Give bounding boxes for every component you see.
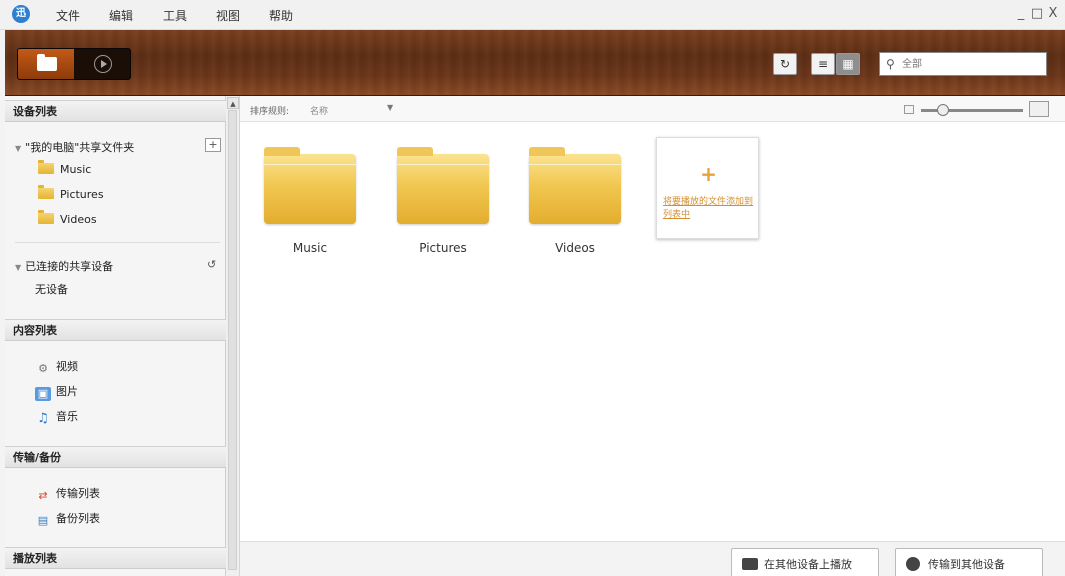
transfer-icon: ⇄: [38, 489, 48, 502]
zoom-out-icon[interactable]: [904, 105, 914, 114]
plus-icon: +: [700, 162, 717, 186]
sidebar-item-backup-list[interactable]: ▤ 备份列表: [35, 510, 100, 528]
toolbar: ↻ ≡ ▦ ⚲: [5, 30, 1065, 96]
scroll-thumb[interactable]: [228, 110, 237, 570]
sort-bar: 排序规则: 名称 ▼: [240, 96, 1065, 122]
sidebar-item-transfer-list[interactable]: ⇄ 传输列表: [35, 485, 100, 503]
mode-switcher: [17, 48, 131, 80]
folder-icon: [38, 160, 54, 174]
button-label: 在其他设备上播放: [764, 558, 852, 571]
sidebar: 设备列表 ▼ "我的电脑"共享文件夹 + Music Pictures Video…: [5, 96, 226, 576]
device-list-header[interactable]: 设备列表: [5, 100, 226, 122]
folder-label: Music: [292, 241, 328, 255]
menu-file[interactable]: 文件: [56, 7, 80, 24]
search-icon: ⚲: [886, 57, 895, 71]
menu-view[interactable]: 视图: [216, 7, 240, 24]
refresh-devices-icon[interactable]: ↺: [207, 258, 216, 271]
backup-icon: ▤: [37, 514, 49, 527]
connected-devices-label: 已连接的共享设备: [25, 260, 114, 273]
transfer-backup-header[interactable]: 传输/备份: [5, 446, 226, 468]
my-computer-shared-label: "我的电脑"共享文件夹: [25, 141, 135, 154]
sidebar-item-video[interactable]: ⚙ 视频: [35, 358, 78, 376]
sidebar-item-music-content[interactable]: ♫ 音乐: [35, 408, 78, 426]
menu-edit[interactable]: 编辑: [109, 7, 133, 24]
app-logo-icon: 迅: [12, 5, 30, 23]
bottom-action-bar: 在其他设备上播放 传输到其他设备: [240, 541, 1065, 576]
menu-tools[interactable]: 工具: [163, 7, 187, 24]
folder-icon: [529, 147, 621, 224]
sidebar-item-music[interactable]: Music: [38, 160, 92, 176]
search-input[interactable]: [902, 56, 1042, 72]
zoom-in-icon[interactable]: [1029, 101, 1049, 117]
sidebar-item-label: 视频: [56, 360, 78, 373]
folder-icon: [38, 185, 54, 199]
divider: [15, 242, 220, 243]
main-content: 排序规则: 名称 ▼ Music Pictures Videos + 将要播放的…: [240, 96, 1065, 576]
transfer-to-other-device-button[interactable]: 传输到其他设备: [895, 548, 1043, 576]
folder-item-music[interactable]: Music: [262, 146, 362, 276]
scroll-up-icon[interactable]: ▲: [227, 97, 239, 109]
folder-item-videos[interactable]: Videos: [527, 146, 627, 276]
player-mode-button[interactable]: [75, 49, 130, 79]
music-icon: ♫: [37, 411, 49, 426]
expand-arrow-icon[interactable]: ▼: [15, 144, 21, 153]
connected-devices-node[interactable]: ▼ 已连接的共享设备: [15, 258, 113, 274]
menu-help[interactable]: 帮助: [269, 7, 293, 24]
folder-icon: [38, 210, 54, 224]
search-box: ⚲: [879, 52, 1047, 76]
playlist-header[interactable]: 播放列表: [5, 547, 226, 569]
sidebar-item-label: Videos: [60, 213, 97, 226]
sidebar-item-label: 音乐: [56, 410, 78, 423]
refresh-button[interactable]: ↻: [773, 53, 797, 75]
play-icon: [94, 55, 112, 73]
folder-icon: [397, 147, 489, 224]
sort-dropdown[interactable]: 名称: [310, 104, 328, 117]
minimize-button[interactable]: _: [1014, 6, 1028, 21]
play-on-other-device-button[interactable]: 在其他设备上播放: [731, 548, 879, 576]
files-mode-button[interactable]: [18, 49, 74, 79]
button-label: 传输到其他设备: [928, 558, 1005, 571]
no-device-text: 无设备: [35, 283, 68, 296]
my-computer-shared-node[interactable]: ▼ "我的电脑"共享文件夹: [15, 139, 134, 155]
sidebar-item-label: 图片: [56, 385, 78, 398]
device-icon: [742, 558, 758, 570]
zoom-slider-handle[interactable]: [937, 104, 949, 116]
list-view-button[interactable]: ≡: [811, 53, 835, 75]
content-list-header[interactable]: 内容列表: [5, 319, 226, 341]
expand-arrow-icon[interactable]: ▼: [15, 263, 21, 272]
video-icon: ⚙: [38, 362, 48, 375]
sidebar-item-videos[interactable]: Videos: [38, 210, 97, 226]
chevron-down-icon[interactable]: ▼: [387, 103, 393, 112]
sort-label: 排序规则:: [250, 107, 290, 117]
maximize-button[interactable]: □: [1030, 6, 1044, 21]
transfer-device-icon: [906, 557, 920, 571]
grid-view-button[interactable]: ▦: [836, 53, 860, 75]
sidebar-item-label: Pictures: [60, 188, 104, 201]
sidebar-item-label: Music: [60, 163, 92, 176]
sidebar-item-label: 备份列表: [56, 512, 100, 525]
folder-item-pictures[interactable]: Pictures: [395, 146, 495, 276]
folder-icon: [264, 147, 356, 224]
sidebar-item-pictures[interactable]: Pictures: [38, 185, 104, 201]
picture-icon: ▣: [35, 387, 51, 401]
close-button[interactable]: X: [1046, 6, 1060, 21]
sidebar-scrollbar[interactable]: ▲: [226, 96, 240, 576]
sidebar-item-picture[interactable]: ▣ 图片: [35, 383, 78, 401]
add-to-playlist-link[interactable]: 将要播放的文件添加到列表中: [663, 196, 755, 222]
folder-label: Pictures: [419, 241, 467, 255]
menu-bar: 迅 文件 编辑 工具 视图 帮助 _ □ X: [0, 0, 1065, 30]
sidebar-item-label: 传输列表: [56, 487, 100, 500]
add-shared-folder-button[interactable]: +: [205, 138, 221, 152]
add-to-playlist-card[interactable]: + 将要播放的文件添加到列表中: [656, 137, 759, 239]
folder-label: Videos: [555, 241, 595, 255]
folder-icon: [37, 54, 57, 71]
